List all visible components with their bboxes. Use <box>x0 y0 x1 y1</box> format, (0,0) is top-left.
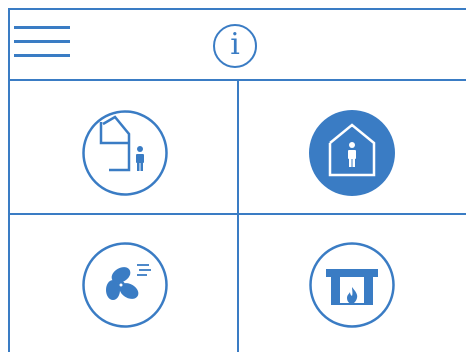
tile-fireplace-button[interactable] <box>308 241 396 329</box>
border-left <box>8 8 10 352</box>
hamburger-menu-icon <box>14 26 70 57</box>
tile-away-button[interactable] <box>81 109 169 197</box>
tile-ventilation-button[interactable] <box>81 241 169 329</box>
fireplace-icon <box>309 242 395 328</box>
app-frame: i <box>0 0 466 352</box>
person-leaving-house-icon <box>82 110 168 196</box>
tile-home-button[interactable] <box>308 109 396 197</box>
fan-icon <box>82 242 168 328</box>
column-divider <box>237 80 239 352</box>
person-in-house-icon <box>309 110 395 196</box>
info-button[interactable]: i <box>213 24 257 68</box>
border-top <box>8 8 466 10</box>
info-icon: i <box>230 27 240 62</box>
menu-button[interactable] <box>14 24 72 64</box>
